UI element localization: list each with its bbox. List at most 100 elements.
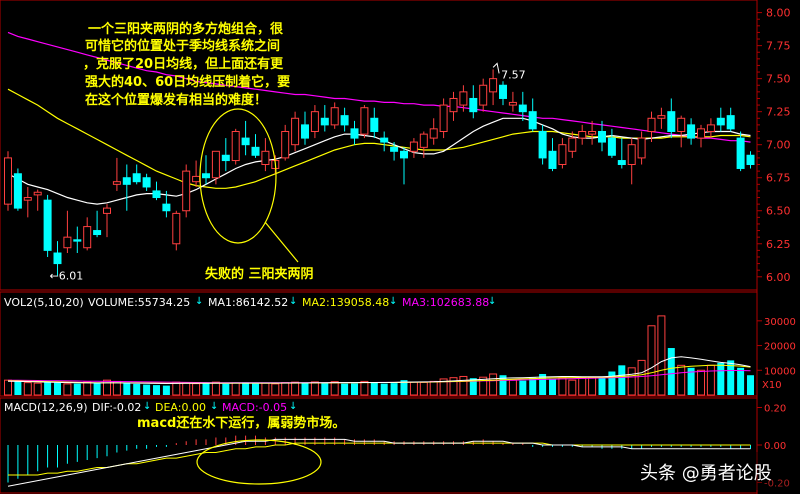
volume-bar xyxy=(747,375,754,395)
candle-body xyxy=(132,173,141,183)
candle xyxy=(112,157,121,191)
price-tick-label: 7.75 xyxy=(766,40,791,53)
volume-tick-label: 30000 xyxy=(764,317,796,328)
vol-volume-value: VOLUME:55734.25 xyxy=(88,296,190,309)
candle-body xyxy=(736,137,745,169)
candle xyxy=(667,98,676,139)
volume-bar xyxy=(252,383,259,395)
annotation-pointer xyxy=(264,221,299,263)
candle-body xyxy=(162,203,171,212)
candle-body xyxy=(202,173,210,179)
volume-bar xyxy=(657,315,666,396)
candle xyxy=(370,107,379,139)
candle xyxy=(518,91,527,121)
high-marker: 7.57 xyxy=(492,62,526,81)
volume-bar xyxy=(637,359,646,396)
annotation-line-2: 可惜它的位置处于季均线系统之间 xyxy=(85,38,280,54)
volume-bar xyxy=(608,371,616,395)
candle xyxy=(607,128,616,158)
candle xyxy=(706,118,715,139)
high-label: 7.57 xyxy=(501,68,525,81)
candle-body xyxy=(667,111,676,132)
volume-bar xyxy=(271,383,280,396)
candle-body xyxy=(538,130,547,159)
stock-chart: 8.00 7.75 7.50 7.25 7.00 6.75 6.50 6.25 6.00 300… xyxy=(0,0,800,494)
candle-body xyxy=(617,160,626,166)
price-axis: 8.00 7.75 7.50 7.25 7.00 6.75 6.50 6.25 6.00 xyxy=(757,7,791,284)
candle xyxy=(697,124,705,148)
candle xyxy=(390,142,399,161)
volume-axis: 30000 20000 10000 xyxy=(757,317,796,377)
volume-bar xyxy=(291,381,300,396)
candle xyxy=(291,111,300,152)
candle xyxy=(23,186,32,218)
low-marker: ←6.01 xyxy=(50,269,84,282)
macd-dea-value: DEA:0.00 xyxy=(155,401,206,414)
low-label: ←6.01 xyxy=(50,269,84,282)
candle-body xyxy=(251,146,260,156)
volume-bar xyxy=(390,383,398,395)
candle-body xyxy=(33,191,42,196)
candle-body xyxy=(340,115,349,126)
volume-bar xyxy=(4,379,12,396)
candle-body xyxy=(350,128,359,139)
candle xyxy=(479,78,488,112)
volume-bar xyxy=(627,367,636,396)
candle xyxy=(301,111,309,145)
candle xyxy=(528,98,537,132)
candle xyxy=(548,138,557,172)
volume-bar xyxy=(162,385,170,395)
candle-body xyxy=(43,199,52,251)
volume-bar xyxy=(409,381,418,396)
volume-bar xyxy=(737,367,745,395)
candle-body xyxy=(370,117,379,132)
macd-header: MACD(12,26,9) DIF:-0.02 ↓ DEA:0.00 ↓ MAC… xyxy=(4,401,297,414)
candle xyxy=(231,128,240,165)
candle-body xyxy=(261,150,270,166)
candle-body xyxy=(53,252,62,265)
volume-bar xyxy=(529,377,537,395)
volume-bar xyxy=(33,382,42,396)
candle-body xyxy=(142,177,151,188)
volume-bar xyxy=(54,382,61,395)
price-tick-label: 6.50 xyxy=(766,205,791,218)
candle xyxy=(63,210,72,254)
candle xyxy=(83,217,92,251)
candle-body xyxy=(697,128,705,139)
fail-label: 失败的 三阳夹两阴 xyxy=(205,266,314,282)
volume-bar xyxy=(519,380,527,395)
candle-body xyxy=(221,154,230,162)
volume-bar xyxy=(717,362,725,395)
volume-bar xyxy=(112,380,121,396)
candle xyxy=(320,105,329,132)
volume-bar xyxy=(202,383,210,395)
volume-bar xyxy=(370,382,378,395)
volume-bar xyxy=(558,377,567,396)
volume-bar xyxy=(568,379,577,396)
candle xyxy=(726,107,735,132)
candle-body xyxy=(657,115,666,119)
candle-body xyxy=(320,117,329,126)
candle xyxy=(251,134,260,158)
volume-bar xyxy=(618,365,626,395)
candle xyxy=(746,151,755,169)
candle-body xyxy=(479,84,488,106)
candle xyxy=(508,91,517,112)
candle-body xyxy=(647,117,656,132)
candle xyxy=(578,124,587,145)
volume-bar xyxy=(93,383,101,395)
volume-bar xyxy=(172,381,181,396)
price-tick-label: 6.25 xyxy=(766,238,791,251)
volume-bar xyxy=(459,375,468,396)
volume-bar xyxy=(63,383,72,396)
candle xyxy=(142,173,151,191)
candle xyxy=(221,138,230,172)
candle xyxy=(687,118,696,145)
candle-body xyxy=(291,117,300,146)
price-tick-label: 6.00 xyxy=(766,271,791,284)
annotation-line-4: 强大的40、60日均线压制着它，要 xyxy=(85,74,290,90)
candle-body xyxy=(469,97,478,113)
candle-body xyxy=(211,150,220,179)
price-tick-label: 8.00 xyxy=(766,7,791,20)
candle xyxy=(281,124,290,161)
